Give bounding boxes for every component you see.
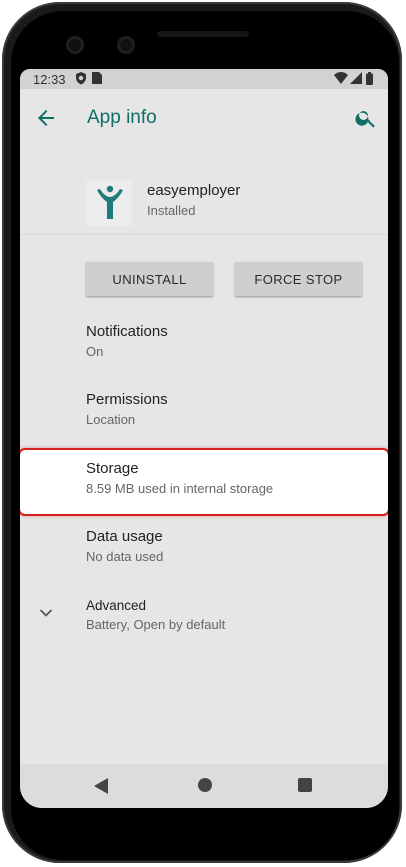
item-subtitle: No data used bbox=[86, 549, 164, 564]
item-title: Notifications bbox=[86, 323, 168, 340]
app-bar: App info bbox=[20, 89, 388, 147]
arrow-left-icon[interactable] bbox=[34, 106, 58, 130]
list-item-data-usage[interactable]: Data usage No data used bbox=[20, 516, 388, 584]
page-title: App info bbox=[87, 107, 157, 128]
item-subtitle: Battery, Open by default bbox=[86, 617, 226, 632]
shield-icon bbox=[75, 72, 87, 88]
item-subtitle: 8.59 MB used in internal storage bbox=[86, 481, 274, 496]
force-stop-button[interactable]: FORCE STOP bbox=[235, 262, 362, 296]
header-divider bbox=[20, 234, 388, 235]
chevron-down-icon bbox=[38, 605, 54, 621]
easyemployer-logo-icon bbox=[86, 180, 132, 226]
wifi-icon bbox=[334, 72, 348, 87]
earpiece-speaker bbox=[157, 31, 249, 37]
status-time: 12:33 bbox=[33, 72, 66, 87]
item-subtitle: Location bbox=[86, 412, 136, 427]
list-item-advanced[interactable]: Advanced Battery, Open by default bbox=[20, 585, 388, 653]
list-item-permissions[interactable]: Permissions Location bbox=[20, 379, 388, 447]
item-title: Advanced bbox=[86, 598, 147, 613]
app-info-page: App info easyemployer Installed UNINSTAL… bbox=[20, 89, 388, 764]
status-bar: 12:33 bbox=[20, 69, 388, 89]
item-title: Permissions bbox=[86, 391, 168, 408]
list-item-storage[interactable]: Storage 8.59 MB used in internal storage bbox=[20, 448, 388, 516]
navigation-bar bbox=[20, 764, 388, 808]
front-camera-icon bbox=[66, 36, 84, 54]
uninstall-button[interactable]: UNINSTALL bbox=[86, 262, 213, 296]
back-triangle-icon[interactable] bbox=[94, 778, 108, 799]
app-header: easyemployer Installed bbox=[20, 147, 388, 247]
phone-frame: 12:33 App info easyemployer Installed UN… bbox=[0, 0, 406, 867]
device-screen: 12:33 App info easyemployer Installed UN… bbox=[20, 69, 388, 808]
recents-square-icon[interactable] bbox=[298, 778, 312, 792]
home-circle-icon[interactable] bbox=[198, 778, 212, 792]
sim-card-icon bbox=[92, 72, 102, 87]
item-title: Data usage bbox=[86, 528, 163, 545]
front-sensor-icon bbox=[117, 36, 135, 54]
app-name: easyemployer bbox=[147, 182, 241, 199]
app-install-status: Installed bbox=[147, 203, 196, 218]
search-icon[interactable] bbox=[354, 106, 378, 130]
list-item-notifications[interactable]: Notifications On bbox=[20, 311, 388, 379]
item-title: Storage bbox=[86, 460, 139, 477]
item-subtitle: On bbox=[86, 344, 104, 359]
signal-icon bbox=[350, 72, 362, 87]
battery-icon bbox=[366, 72, 373, 88]
